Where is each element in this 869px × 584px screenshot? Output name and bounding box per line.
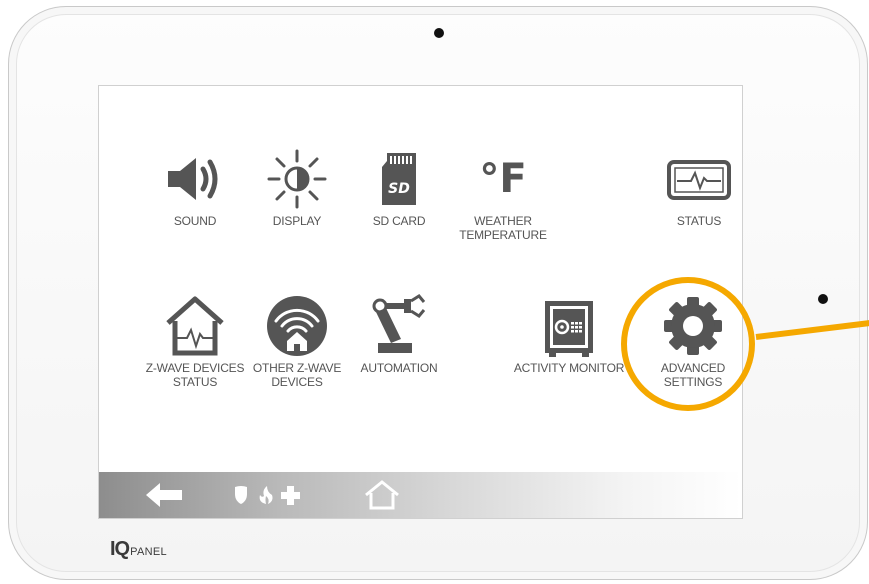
camera-lens <box>434 28 444 38</box>
light-sensor <box>818 294 828 304</box>
tile-label: AUTOMATION <box>360 361 438 375</box>
fire-icon <box>259 486 273 504</box>
tile-other-zwave-devices[interactable]: OTHER Z-WAVE DEVICES <box>242 291 352 389</box>
iq-panel-logo: IQ PANEL <box>110 538 167 561</box>
bottom-nav-bar <box>99 472 742 518</box>
logo-panel: PANEL <box>130 546 167 558</box>
tile-status[interactable]: STATUS <box>644 144 742 228</box>
tile-label: STATUS <box>676 214 722 228</box>
tile-weather-temperature[interactable]: °F WEATHER TEMPERATURE <box>448 144 558 242</box>
back-arrow-icon <box>146 483 182 507</box>
tile-label: DISPLAY <box>272 214 322 228</box>
house-pulse-icon <box>140 291 250 361</box>
safe-icon <box>508 291 630 367</box>
tablet-pulse-icon <box>644 144 742 214</box>
tile-zwave-devices-status[interactable]: Z-WAVE DEVICES STATUS <box>140 291 250 389</box>
speaker-icon <box>140 144 250 214</box>
tile-activity-monitor[interactable]: ACTIVITY MONITOR <box>508 291 630 375</box>
tile-sound[interactable]: SOUND <box>140 144 250 228</box>
tile-label: SOUND <box>173 214 217 228</box>
tile-label: Z-WAVE DEVICES STATUS <box>145 361 245 389</box>
fahrenheit-icon: °F <box>448 144 558 214</box>
back-button[interactable] <box>139 478 189 512</box>
police-shield-icon <box>235 486 247 504</box>
tile-label: WEATHER TEMPERATURE <box>459 214 547 242</box>
medical-cross-icon <box>281 486 300 505</box>
emergency-icons <box>235 486 300 505</box>
home-button[interactable] <box>357 478 407 512</box>
house-wifi-icon <box>242 291 352 361</box>
home-icon <box>365 480 399 510</box>
fahrenheit-glyph: °F <box>479 156 527 202</box>
sd-card-icon: SD <box>344 144 454 214</box>
tile-label: SD CARD <box>372 214 426 228</box>
tile-sd-card[interactable]: SD SD CARD <box>344 144 454 228</box>
tile-display[interactable]: DISPLAY <box>242 144 352 228</box>
tile-label: OTHER Z-WAVE DEVICES <box>252 361 342 389</box>
svg-text:SD: SD <box>388 181 410 197</box>
brightness-icon <box>242 144 352 214</box>
logo-iq: IQ <box>110 538 130 560</box>
highlight-circle <box>621 277 755 411</box>
robot-arm-icon <box>344 291 454 361</box>
tile-label: ACTIVITY MONITOR <box>513 361 625 375</box>
emergency-button[interactable] <box>231 478 311 512</box>
tile-automation[interactable]: AUTOMATION <box>344 291 454 375</box>
